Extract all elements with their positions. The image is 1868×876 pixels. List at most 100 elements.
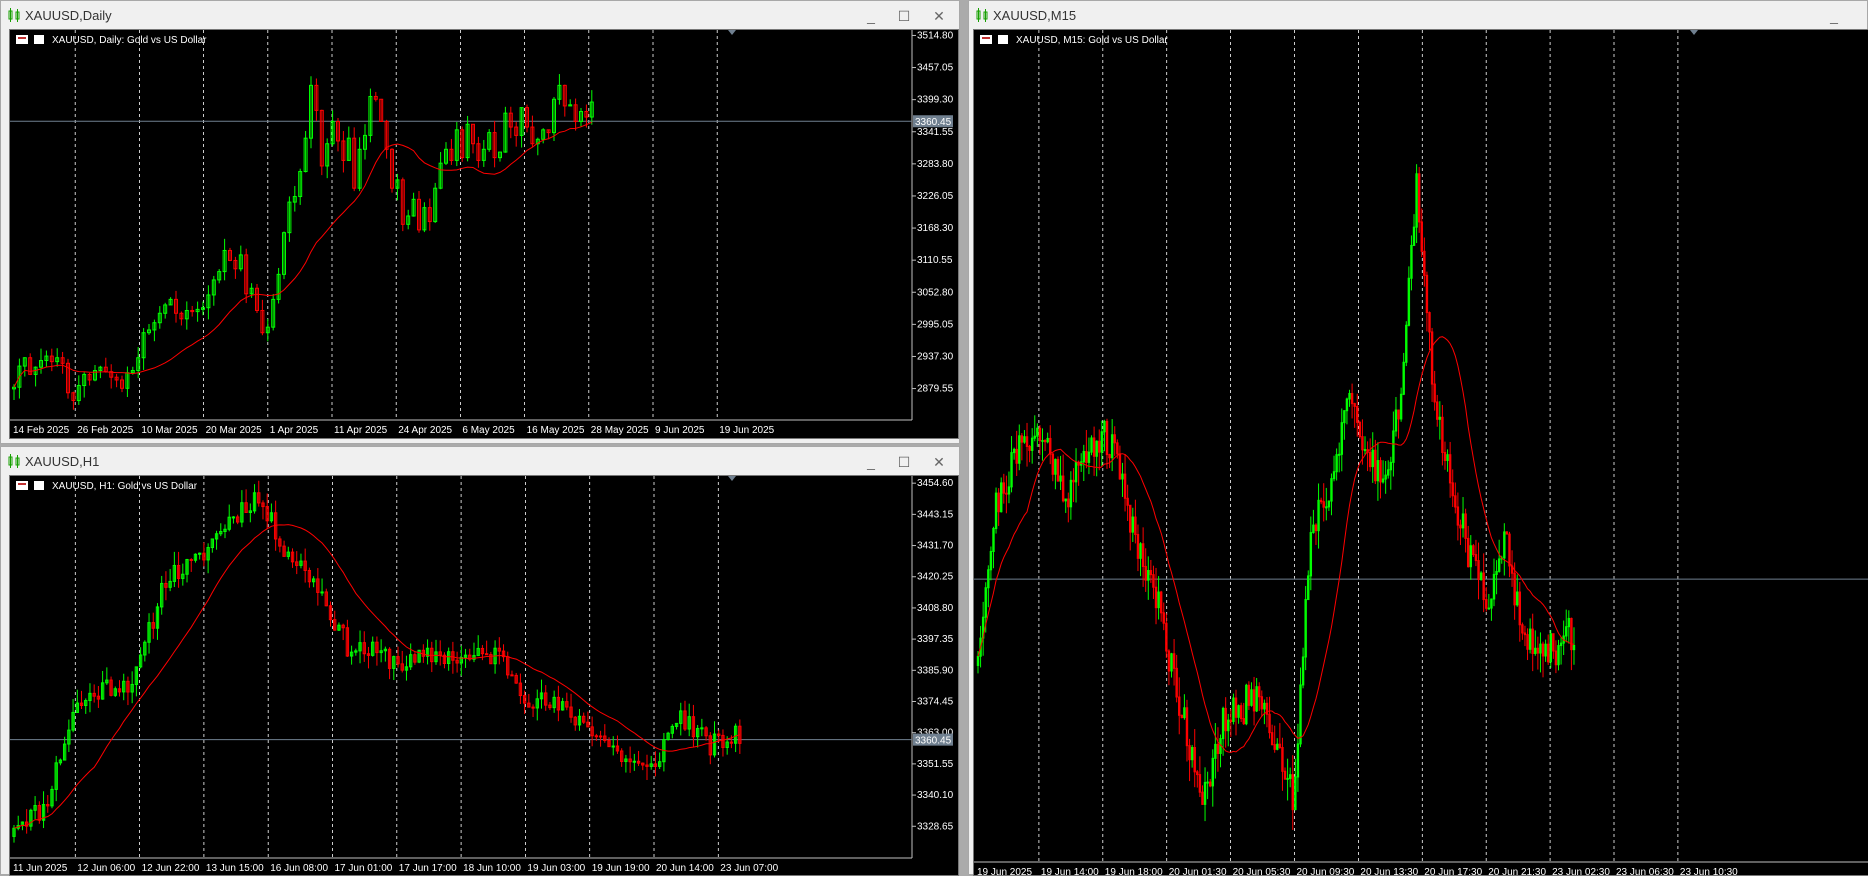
h1-chart-svg[interactable]: XAUUSD, H1: Gold vs US Dollar 11 Jun 2025… [10, 476, 958, 876]
y-axis-tick-label: 3454.60 [917, 478, 954, 489]
y-axis-tick-label: 3399.30 [917, 95, 954, 106]
window-title: XAUUSD,H1 [25, 454, 100, 469]
y-axis-tick-label: 3420.25 [917, 572, 954, 583]
x-axis-tick-label: 17 Jun 17:00 [399, 863, 457, 874]
candle-body [1337, 453, 1341, 456]
y-axis-tick-label: 3283.80 [917, 159, 954, 170]
chart-shift-marker [728, 476, 736, 481]
window-title: XAUUSD,Daily [25, 8, 112, 23]
maximize-button[interactable]: ☐ [889, 4, 919, 28]
moving-average-line [13, 121, 592, 388]
y-axis-tick-label: 3341.55 [917, 127, 954, 138]
x-axis-tick-label: 19 Jun 03:00 [527, 863, 585, 874]
y-axis-tick-label: 2879.55 [917, 384, 954, 395]
moving-average-line [13, 524, 740, 829]
candle-body [1286, 777, 1289, 780]
chart-shift-marker [728, 30, 736, 35]
candle-body [1005, 492, 1008, 495]
m15-chart-svg[interactable]: XAUUSD, M15: Gold vs US Dollar19 Jun 202… [974, 30, 1868, 876]
x-axis-tick-label: 23 Jun 07:00 [720, 863, 778, 874]
minimize-button[interactable]: _ [856, 450, 886, 474]
chart-header-icon [16, 35, 44, 44]
window-title-bar[interactable]: XAUUSD,M15 _ [969, 1, 1867, 30]
moving-average-line [977, 336, 1575, 753]
candle-body [189, 559, 193, 562]
candle-body [594, 735, 599, 738]
candle-body [484, 653, 489, 656]
y-axis-tick-label: 3168.30 [917, 223, 954, 234]
bid-price-label: 3360.45 [915, 736, 952, 747]
chart-shift-marker [1690, 30, 1698, 35]
x-axis-tick-label: 16 Jun 08:00 [270, 863, 328, 874]
window-title-bar[interactable]: XAUUSD,Daily _ ☐ ✕ [1, 1, 959, 30]
x-axis-tick-label: 20 Jun 14:00 [656, 863, 714, 874]
chart-symbol-label: XAUUSD, H1: Gold vs US Dollar [52, 481, 198, 492]
x-axis-tick-label: 1 Apr 2025 [270, 425, 319, 436]
close-button[interactable]: ✕ [924, 4, 954, 28]
y-axis-tick-label: 3514.80 [917, 30, 954, 41]
y-axis-tick-label: 3443.15 [917, 509, 954, 520]
candle-body [632, 760, 637, 763]
bid-price-label: 3360.45 [915, 117, 952, 128]
x-axis-tick-label: 13 Jun 15:00 [206, 863, 264, 874]
x-axis-tick-label: 12 Jun 06:00 [77, 863, 135, 874]
minimize-button[interactable]: _ [1819, 4, 1849, 28]
x-axis-tick-label: 24 Apr 2025 [398, 425, 452, 436]
x-axis-tick-label: 10 Mar 2025 [141, 425, 198, 436]
candle-body [320, 591, 324, 594]
maximize-button[interactable]: ☐ [889, 450, 919, 474]
candlestick-chart-icon [7, 454, 21, 468]
y-axis-tick-label: 3226.05 [917, 191, 954, 202]
x-axis-tick-label: 6 May 2025 [462, 425, 515, 436]
x-axis-tick-label: 19 Jun 2025 [719, 425, 774, 436]
candle-body [1325, 506, 1328, 509]
chart-header-icon [16, 481, 44, 490]
candle-body [510, 674, 514, 677]
chart-window-m15[interactable]: XAUUSD,M15 _ XAUUSD, M15: Gold vs US Dol… [968, 0, 1868, 876]
window-title-bar[interactable]: XAUUSD,H1 _ ☐ ✕ [1, 447, 959, 476]
x-axis-tick-label: 11 Apr 2025 [334, 425, 388, 436]
y-axis-tick-label: 3457.05 [917, 63, 954, 74]
x-axis-tick-label: 14 Feb 2025 [13, 425, 70, 436]
y-axis-tick-label: 3397.35 [917, 634, 954, 645]
candle-body [231, 516, 236, 519]
y-axis-tick-label: 3374.45 [917, 697, 954, 708]
chart-window-h1[interactable]: XAUUSD,H1 _ ☐ ✕ XAUUSD, H1: Gold vs US D… [0, 446, 960, 876]
y-axis-tick-label: 3385.90 [917, 665, 954, 676]
candle-body [1363, 449, 1367, 452]
y-axis-tick-label: 3431.70 [917, 541, 954, 552]
y-axis-tick-label: 2937.30 [917, 351, 954, 362]
minimize-button[interactable]: _ [856, 4, 886, 28]
x-axis-tick-label: 19 Jun 19:00 [592, 863, 650, 874]
x-axis-tick-label: 9 Jun 2025 [655, 425, 705, 436]
x-axis-tick-label: 28 May 2025 [591, 425, 649, 436]
chart-header-icon [980, 35, 1008, 44]
daily-chart-svg[interactable]: XAUUSD, Daily: Gold vs US Dollar14 Feb 2… [10, 30, 958, 438]
y-axis-tick-label: 3340.10 [917, 790, 954, 801]
y-axis-tick-label: 3110.55 [917, 255, 953, 266]
x-axis-tick-label: 16 May 2025 [527, 425, 585, 436]
y-axis-tick-label: 2995.05 [917, 319, 954, 330]
candlestick-chart-icon [7, 8, 21, 22]
candle-body [531, 706, 535, 709]
price-chart[interactable]: XAUUSD, M15: Gold vs US Dollar 19 Jun 202… [973, 29, 1868, 876]
x-axis-tick-label: 18 Jun 10:00 [463, 863, 521, 874]
candle-body [1041, 439, 1044, 442]
x-axis-tick-label: 11 Jun 2025 [13, 863, 68, 874]
candlestick-chart-icon [975, 8, 989, 22]
window-title: XAUUSD,M15 [993, 8, 1077, 23]
price-chart[interactable]: XAUUSD, Daily: Gold vs US Dollar 14 Feb 2… [9, 29, 959, 439]
close-button[interactable]: ✕ [924, 450, 954, 474]
x-axis-tick-label: 17 Jun 01:00 [335, 863, 393, 874]
candle-body [598, 735, 603, 738]
y-axis-tick-label: 3351.55 [917, 759, 954, 770]
price-chart[interactable]: XAUUSD, H1: Gold vs US Dollar 11 Jun 2025… [9, 475, 959, 876]
chart-window-daily[interactable]: XAUUSD,Daily _ ☐ ✕ XAUUSD, Daily: Gold v… [0, 0, 960, 444]
x-axis-tick-label: 20 Mar 2025 [206, 425, 263, 436]
y-axis-tick-label: 3408.80 [917, 603, 954, 614]
candle-body [1206, 781, 1209, 784]
y-axis-tick-label: 3052.80 [917, 287, 954, 298]
candle-body [1487, 607, 1491, 610]
y-axis-tick-label: 3328.65 [917, 821, 954, 832]
candle-body [700, 727, 704, 730]
